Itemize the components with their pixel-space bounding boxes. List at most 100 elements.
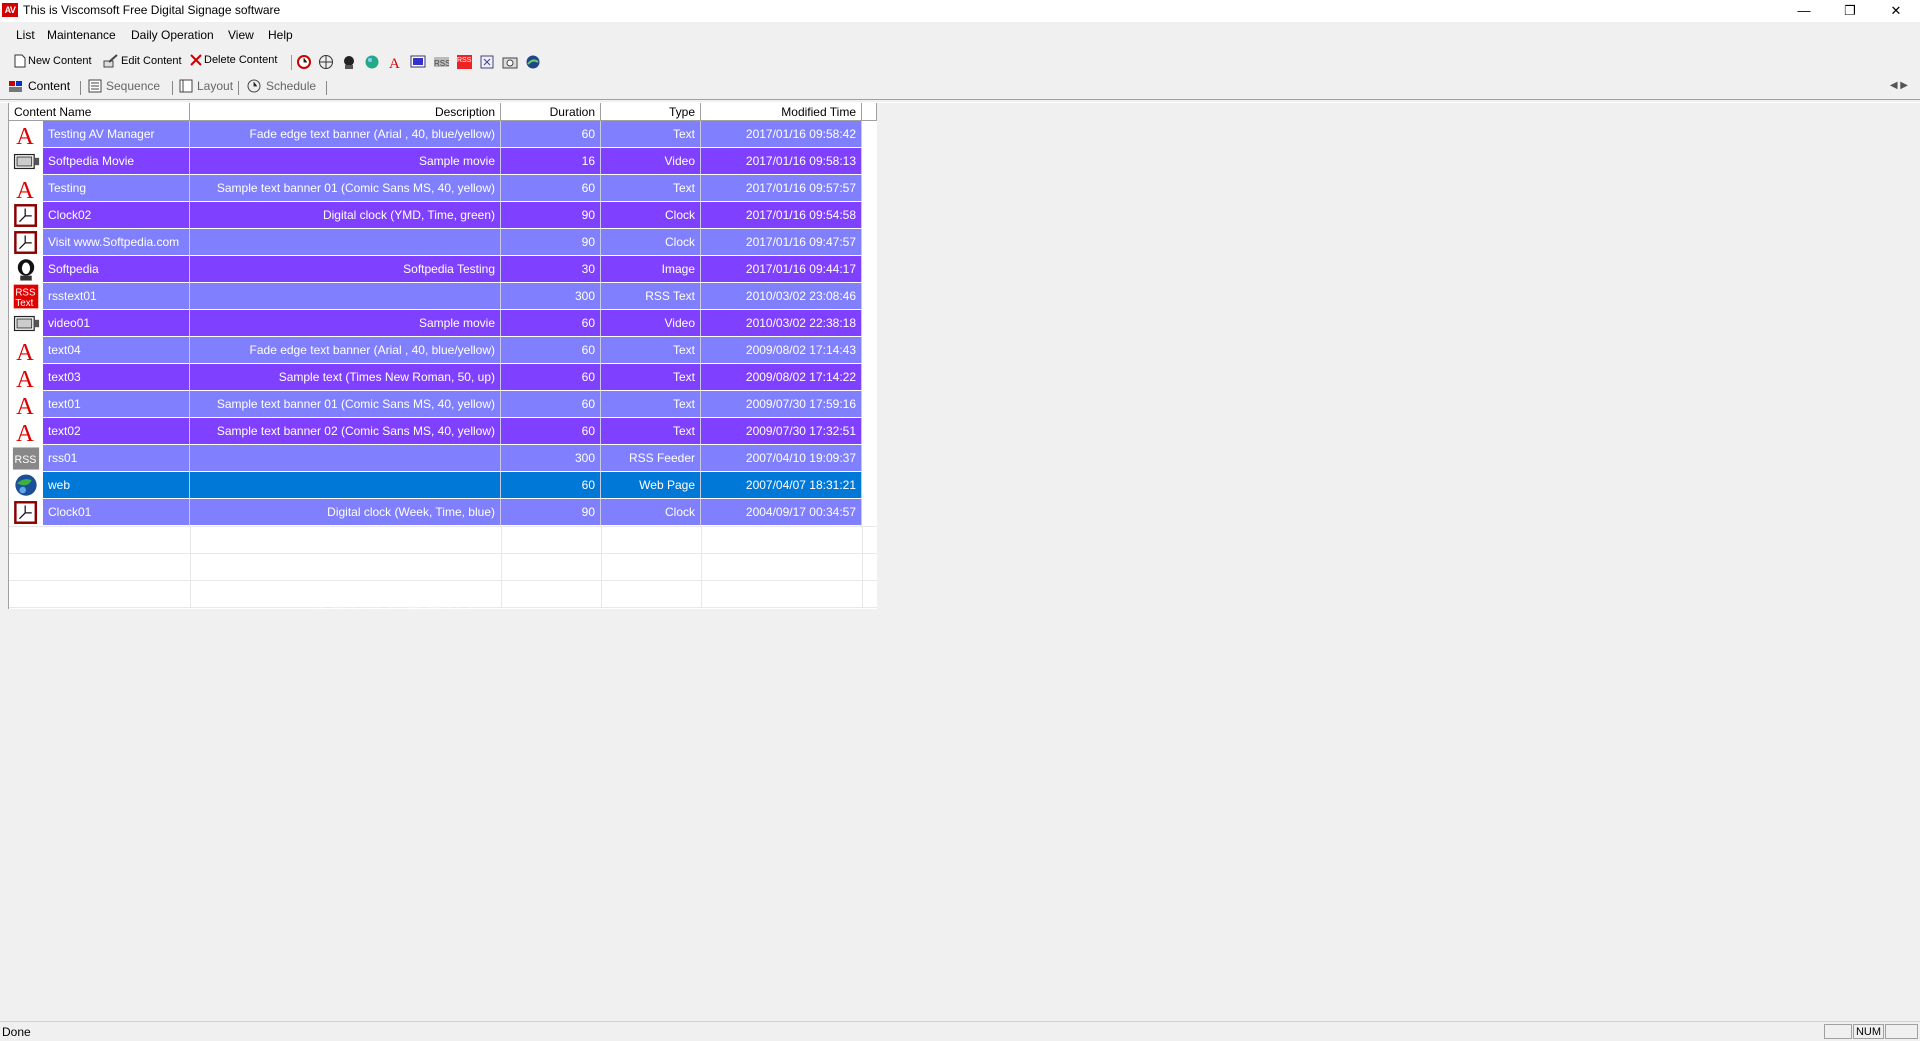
cell-description: Sample text (Times New Roman, 50, up) bbox=[190, 364, 501, 391]
text-icon: A bbox=[9, 391, 43, 420]
cell-type: Text bbox=[601, 337, 701, 364]
table-row[interactable]: RSS rss01 300 RSS Feeder 2007/04/10 19:09:37 bbox=[9, 445, 877, 472]
empty-column-line bbox=[601, 526, 602, 607]
edit-content-label: Edit Content bbox=[121, 55, 182, 67]
delete-content-button[interactable]: Delete Content bbox=[190, 54, 277, 66]
video-icon bbox=[9, 148, 43, 175]
new-content-button[interactable]: New Content bbox=[14, 54, 92, 68]
text-icon[interactable]: A bbox=[387, 54, 403, 70]
rss-text-icon[interactable]: RSS bbox=[456, 54, 472, 70]
tab-content-label: Content bbox=[28, 79, 71, 93]
table-row[interactable]: Atext03 Sample text (Times New Roman, 50,… bbox=[9, 364, 877, 393]
cell-type: Video bbox=[601, 148, 701, 175]
cell-duration: 300 bbox=[501, 283, 601, 310]
web-icon[interactable] bbox=[364, 54, 380, 70]
toolbar-separator bbox=[291, 55, 292, 70]
cell-type: RSS Feeder bbox=[601, 445, 701, 472]
menu-help[interactable]: Help bbox=[268, 28, 293, 42]
column-header-type[interactable]: Type bbox=[601, 103, 701, 121]
column-header-content-name[interactable]: Content Name bbox=[9, 103, 190, 121]
table-row[interactable]: A Testing AV Manager Fade edge text banner… bbox=[9, 121, 877, 150]
cell-duration: 60 bbox=[501, 364, 601, 391]
table-row[interactable]: Clock02 Digital clock (YMD, Time, green) 9… bbox=[9, 202, 877, 229]
svg-text:RSS: RSS bbox=[15, 287, 36, 298]
table-row[interactable]: Atext04 Fade edge text banner (Arial , 40… bbox=[9, 337, 877, 366]
title-bar: AV This is Viscomsoft Free Digital Signa… bbox=[0, 0, 1920, 22]
clock-icon[interactable] bbox=[296, 54, 312, 70]
menu-list[interactable]: List bbox=[16, 28, 35, 42]
svg-text:A: A bbox=[16, 366, 34, 391]
layout-tab-icon bbox=[179, 79, 193, 93]
cell-modified-time: 2010/03/02 22:38:18 bbox=[701, 310, 862, 337]
cell-duration: 90 bbox=[501, 202, 601, 229]
text-icon: A bbox=[9, 364, 43, 393]
empty-row-line bbox=[9, 580, 877, 581]
tab-sequence-label: Sequence bbox=[106, 79, 161, 93]
rss-icon[interactable]: RSS bbox=[433, 54, 449, 70]
delete-content-label: Delete Content bbox=[204, 54, 278, 66]
cell-description: Digital clock (YMD, Time, green) bbox=[190, 202, 501, 229]
cell-modified-time: 2009/08/02 17:14:22 bbox=[701, 364, 862, 391]
tab-schedule-label: Schedule bbox=[266, 79, 317, 93]
table-row[interactable]: A Testing Sample text banner 01 (Comic San… bbox=[9, 175, 877, 204]
table-row[interactable]: Atext02 Sample text banner 02 (Comic Sans… bbox=[9, 418, 877, 447]
cell-description: Sample movie bbox=[190, 310, 501, 337]
column-header-duration[interactable]: Duration bbox=[501, 103, 601, 121]
table-row[interactable]: Visit www.Softpedia.com 90 Clock 2017/01/16… bbox=[9, 229, 877, 256]
minimize-button[interactable]: — bbox=[1781, 0, 1827, 22]
camera-icon[interactable] bbox=[502, 54, 518, 70]
close-button[interactable]: ✕ bbox=[1873, 0, 1919, 22]
cell-duration: 60 bbox=[501, 391, 601, 418]
svg-text:A: A bbox=[16, 177, 34, 202]
tab-content[interactable]: Content bbox=[8, 79, 70, 93]
view-tabs: Content Sequence Layout Schedule bbox=[0, 77, 1920, 99]
menu-daily-operation[interactable]: Daily Operation bbox=[131, 28, 214, 42]
cell-type: Clock bbox=[601, 499, 701, 526]
cell-type: Text bbox=[601, 391, 701, 418]
empty-column-line bbox=[190, 526, 191, 607]
cell-type: Image bbox=[601, 256, 701, 283]
web-page-icon[interactable] bbox=[525, 54, 541, 70]
tab-schedule[interactable]: Schedule bbox=[246, 79, 316, 93]
svg-text:RSS: RSS bbox=[15, 454, 37, 466]
cell-duration: 60 bbox=[501, 121, 601, 148]
cell-content-name: Clock02 bbox=[43, 202, 190, 229]
table-row[interactable]: Atext01 Sample text banner 01 (Comic Sans… bbox=[9, 391, 877, 420]
cell-content-name: Softpedia bbox=[43, 256, 190, 283]
table-row[interactable]: Clock01 Digital clock (Week, Time, blue) 9… bbox=[9, 499, 877, 526]
restore-button[interactable]: ❐ bbox=[1827, 0, 1873, 22]
svg-text:A: A bbox=[16, 339, 34, 364]
column-header-modified-time[interactable]: Modified Time bbox=[701, 103, 862, 121]
cell-type: Text bbox=[601, 418, 701, 445]
table-row[interactable]: video01 Sample movie 60 Video 2010/03/02 22:… bbox=[9, 310, 877, 337]
schedule-tab-icon bbox=[247, 79, 261, 93]
table-row[interactable]: RSS Text rsstext01 300 RSS Text 2010/03/02 23… bbox=[9, 283, 877, 310]
flash-icon[interactable] bbox=[479, 54, 495, 70]
cell-description: Sample text banner 01 (Comic Sans MS, 40… bbox=[190, 175, 501, 202]
tab-separator bbox=[80, 81, 81, 95]
tab-scroll-arrows[interactable]: ◀ ▶ bbox=[1890, 80, 1908, 91]
menu-bar: List Maintenance Daily Operation View He… bbox=[0, 26, 1920, 46]
table-row[interactable]: Softpedia Softpedia Testing 30 Image 2017/01… bbox=[9, 256, 877, 283]
image-icon[interactable] bbox=[341, 54, 357, 70]
globe-icon[interactable] bbox=[318, 54, 334, 70]
tab-separator bbox=[238, 81, 239, 95]
cell-type: Web Page bbox=[601, 472, 701, 499]
status-panel-empty bbox=[1824, 1024, 1852, 1039]
menu-view[interactable]: View bbox=[228, 28, 254, 42]
cell-duration: 60 bbox=[501, 472, 601, 499]
table-row[interactable]: Softpedia Movie Sample movie 16 Video 2017/0… bbox=[9, 148, 877, 175]
status-panel-empty-2 bbox=[1885, 1024, 1918, 1039]
table-row[interactable]: web 60 Web Page 2007/04/07 18:31:21 bbox=[9, 472, 877, 499]
empty-column-line bbox=[701, 526, 702, 607]
cell-description: Sample text banner 02 (Comic Sans MS, 40… bbox=[190, 418, 501, 445]
delete-x-icon bbox=[190, 54, 202, 66]
tab-sequence[interactable]: Sequence bbox=[88, 79, 160, 93]
video-icon[interactable] bbox=[410, 54, 426, 70]
column-header-description[interactable]: Description bbox=[190, 103, 501, 121]
menu-maintenance[interactable]: Maintenance bbox=[47, 28, 116, 42]
tab-layout[interactable]: Layout bbox=[179, 79, 233, 93]
clock-icon bbox=[9, 499, 43, 526]
cell-description: Digital clock (Week, Time, blue) bbox=[190, 499, 501, 526]
edit-content-button[interactable]: Edit Content bbox=[103, 54, 182, 68]
